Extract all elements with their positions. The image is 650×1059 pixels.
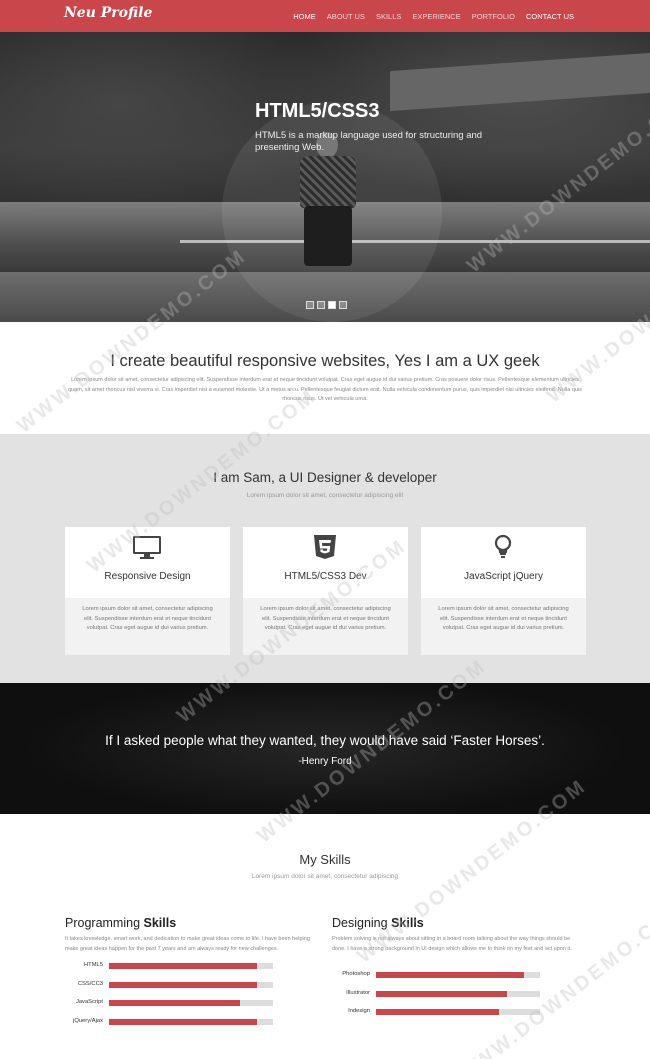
title-plain: Programming — [65, 916, 144, 930]
skill-bar-track — [109, 1000, 273, 1006]
about-subheading: Lorem ipsum dolor sit amet, consectetur … — [246, 492, 404, 499]
title-bold: Skills — [143, 916, 177, 930]
skill-bar-fill — [376, 1009, 499, 1015]
service-card-body: Lorem ipsum dolor sit amet, consectetur … — [421, 598, 586, 655]
nav-item-home[interactable]: HOME — [293, 12, 316, 21]
slider-pagination — [306, 301, 347, 309]
skill-bar-label: HTML5 — [83, 962, 103, 968]
quote-text: If I asked people what they wanted, they… — [105, 733, 545, 748]
skill-bar-track — [376, 972, 540, 978]
slider-dot-4[interactable] — [339, 301, 347, 309]
programming-skills-description: It takes knowledge, smart work, and dedi… — [65, 936, 310, 952]
designing-skills-description: Problem solving is not always about sitt… — [332, 936, 572, 952]
skill-bar-label: CSS/CC3 — [77, 980, 103, 987]
skill-bar-fill — [376, 990, 508, 997]
about-heading: I am Sam, a UI Designer & developer — [213, 470, 437, 485]
slider-dot-1[interactable] — [306, 301, 314, 309]
slider-dot-2[interactable] — [317, 301, 325, 309]
css3-icon — [314, 535, 336, 559]
skills-heading: My Skills — [299, 852, 351, 867]
quote-author: -Henry Ford — [298, 756, 352, 767]
nav-item-contact-us[interactable]: CONTACT US — [526, 12, 574, 21]
skill-bar-label: jQuery/Ajax — [73, 1017, 103, 1024]
nav-item-experience[interactable]: EXPERIENCE — [412, 12, 460, 21]
hero-slider: HTML5/CSS3 HTML5 is a markup language us… — [0, 32, 650, 322]
programming-skills-title: Programming Skills — [65, 916, 315, 930]
title-plain: Designing — [332, 916, 392, 930]
nav-item-portfolio[interactable]: PORTFOLIO — [472, 12, 515, 21]
monitor-icon — [133, 536, 161, 559]
skill-bar-row: JavaScript — [60, 999, 273, 1007]
site-logo[interactable]: Neu Profile — [64, 5, 152, 21]
top-navbar: Neu Profile HOME ABOUT US SKILLS EXPERIE… — [0, 0, 650, 32]
about-section: I am Sam, a UI Designer & developer Lore… — [0, 434, 650, 683]
skill-bar-track — [376, 990, 540, 997]
hero-title: HTML5/CSS3 — [255, 100, 380, 122]
skill-bar-label: Illustrator — [346, 989, 370, 996]
skills-subheading: Lorem ipsum dolor sit amet, consectetur … — [251, 873, 399, 880]
skill-bar-fill — [109, 963, 257, 969]
skill-bar-label: JavaScript — [75, 999, 103, 1005]
service-card-body: Lorem ipsum dolor sit amet, consectetur … — [65, 598, 230, 655]
intro-heading: I create beautiful responsive websites, … — [110, 352, 540, 370]
skill-bar-track — [109, 1018, 273, 1025]
skill-bar-row: Indesign — [322, 1008, 540, 1016]
skill-bar-fill — [109, 1018, 257, 1025]
service-card-title: HTML5/CSS3 Dev — [284, 571, 367, 582]
skill-bar-row: jQuery/Ajax — [60, 1018, 273, 1026]
skill-bar-fill — [109, 1000, 241, 1006]
hero-subtitle: HTML5 is a markup language used for stru… — [255, 130, 483, 153]
service-card-responsive: Responsive Design Lorem ipsum dolor sit … — [65, 527, 230, 655]
service-card-title: Responsive Design — [104, 571, 191, 582]
skill-bar-row: HTML5 — [60, 962, 273, 970]
lightbulb-icon — [494, 534, 512, 558]
service-card-html5-css3: HTML5/CSS3 Dev Lorem ipsum dolor sit ame… — [243, 527, 408, 655]
hero-person-image — [296, 132, 366, 282]
designing-skills-column: Designing Skills Problem solving is not … — [332, 916, 582, 954]
nav-item-about-us[interactable]: ABOUT US — [327, 12, 365, 21]
skill-bar-track — [376, 1009, 540, 1015]
title-bold: Skills — [391, 916, 424, 930]
skill-bar-label: Photoshop — [342, 971, 370, 977]
skill-bar-label: Indesign — [348, 1008, 370, 1014]
skill-bar-fill — [109, 981, 257, 988]
slider-dot-3[interactable] — [328, 301, 336, 309]
quote-section: If I asked people what they wanted, they… — [0, 683, 650, 814]
service-card-title: JavaScript jQuery — [464, 571, 543, 582]
person-sweater — [300, 156, 356, 208]
skill-bar-row: CSS/CC3 — [60, 981, 273, 989]
nav-item-skills[interactable]: SKILLS — [376, 12, 401, 21]
skill-bar-track — [109, 981, 273, 988]
service-card-body: Lorem ipsum dolor sit amet, consectetur … — [243, 598, 408, 655]
skill-bar-track — [109, 963, 273, 969]
person-legs — [304, 206, 352, 266]
designing-skills-title: Designing Skills — [332, 916, 582, 930]
main-menu: HOME ABOUT US SKILLS EXPERIENCE PORTFOLI… — [293, 0, 574, 32]
service-card-javascript: JavaScript jQuery Lorem ipsum dolor sit … — [421, 527, 586, 655]
skill-bar-row: Photoshop — [322, 971, 540, 979]
programming-skills-column: Programming Skills It takes knowledge, s… — [65, 916, 315, 954]
skill-bar-fill — [376, 972, 524, 978]
intro-paragraph: Lorem ipsum dolor sit amet, consectetur … — [68, 377, 582, 402]
skill-bar-row: Illustrator — [322, 990, 540, 998]
